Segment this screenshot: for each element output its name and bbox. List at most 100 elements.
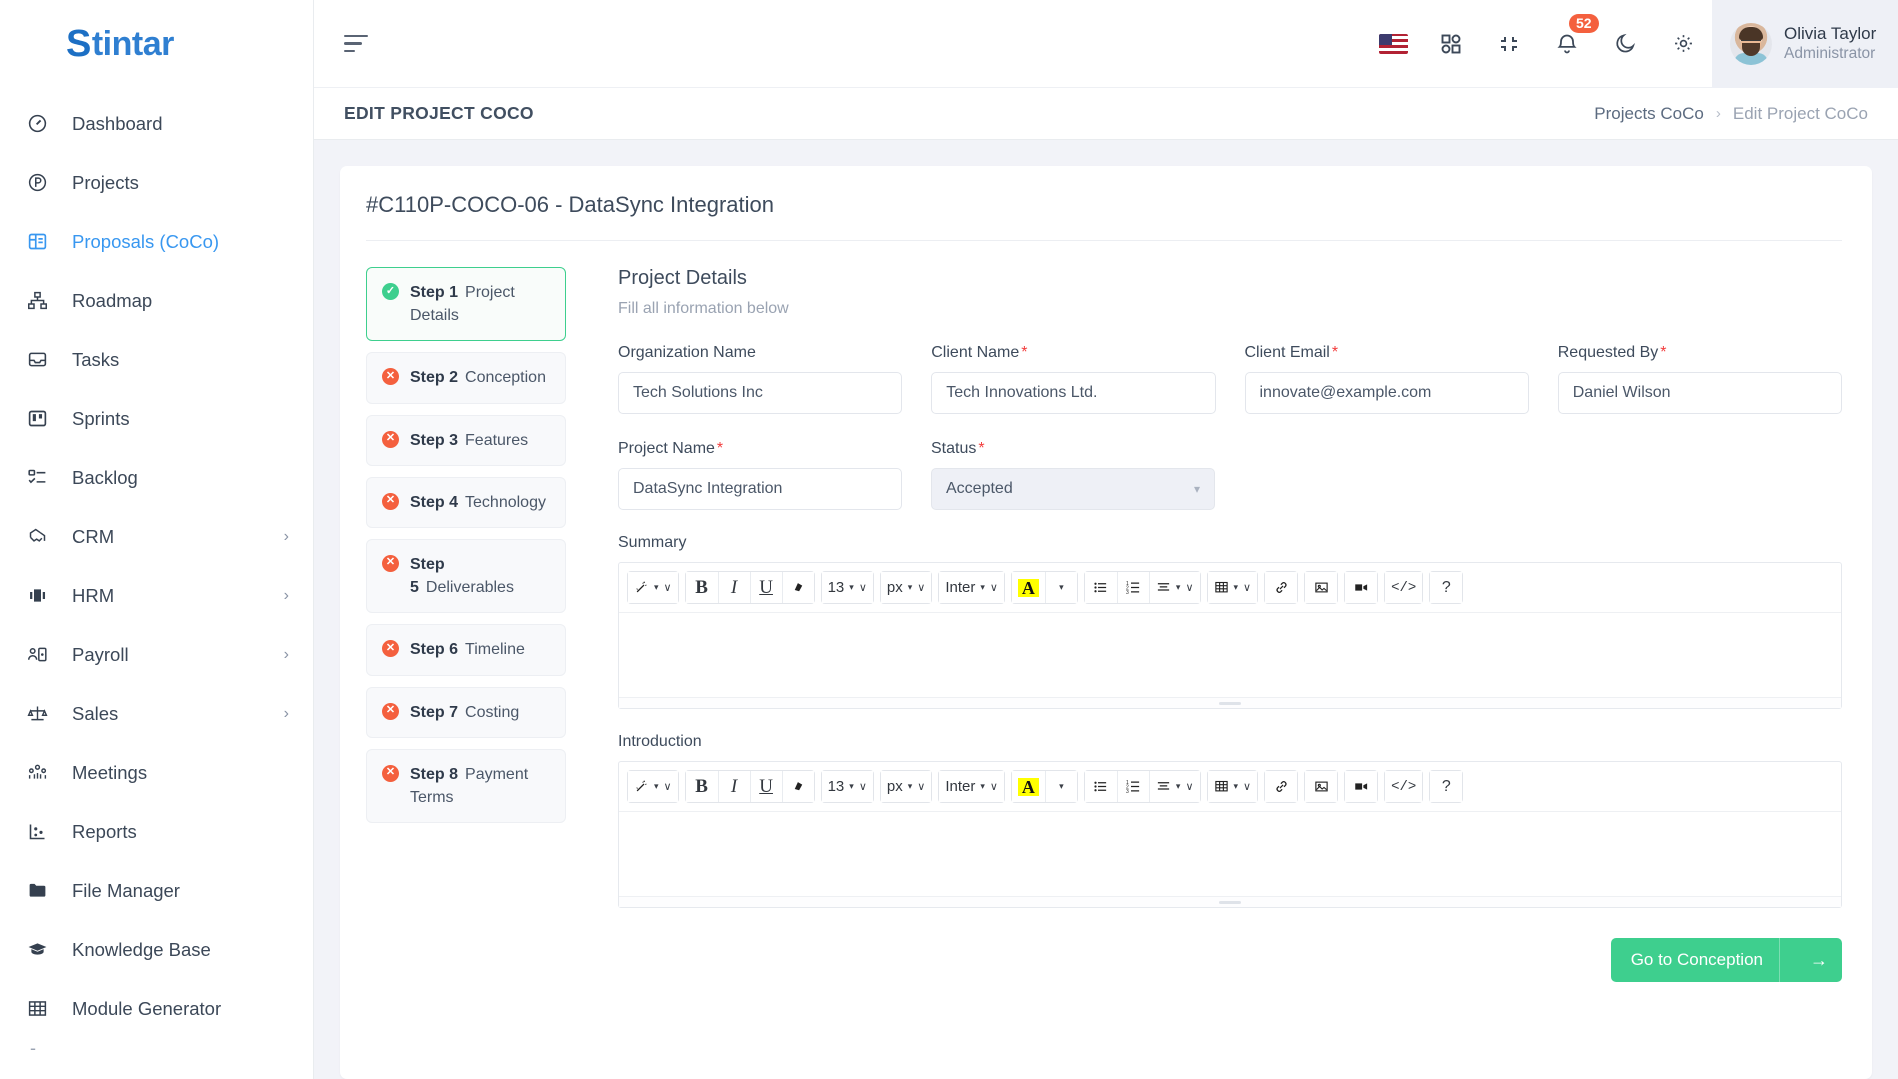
sidebar-item-sprints[interactable]: Sprints xyxy=(0,389,313,448)
text-color-dropdown[interactable]: ▾ xyxy=(1044,572,1077,603)
step-item-project-details[interactable]: ✓ Step 1 Project Details xyxy=(366,267,566,342)
clear-format-button[interactable] xyxy=(781,572,814,603)
step-label: Features xyxy=(465,431,529,449)
bullet-list-button[interactable] xyxy=(1084,572,1117,603)
sidebar-item-dashboard[interactable]: Dashboard xyxy=(0,94,313,153)
organization-name-input[interactable] xyxy=(618,372,903,414)
bold-button[interactable]: B xyxy=(685,771,718,802)
go-to-conception-button[interactable]: Go to Conception → xyxy=(1610,938,1842,982)
italic-button[interactable]: I xyxy=(717,771,750,802)
brand-initial: S xyxy=(66,22,91,65)
underline-button[interactable]: U xyxy=(749,771,782,802)
align-button[interactable]: ▾ ∨ xyxy=(1148,771,1200,802)
sidebar-item-label: Knowledge Base xyxy=(72,938,211,960)
font-family-select[interactable]: Inter ▾ ∨ xyxy=(939,572,1004,603)
proposal-layout-icon xyxy=(27,231,53,253)
svg-text:3: 3 xyxy=(1126,789,1129,794)
magic-style-icon[interactable]: ▾ ∨ xyxy=(628,771,678,802)
user-name: Olivia Taylor xyxy=(1784,23,1877,43)
help-button[interactable]: ? xyxy=(1430,572,1463,603)
sidebar-item-knowledge-base[interactable]: Knowledge Base xyxy=(0,920,313,979)
breadcrumb-parent[interactable]: Projects CoCo xyxy=(1594,104,1704,124)
bullet-list-button[interactable] xyxy=(1084,771,1117,802)
sidebar-item-meetings[interactable]: Meetings xyxy=(0,743,313,802)
compress-screen-icon[interactable] xyxy=(1480,0,1538,88)
link-button[interactable] xyxy=(1265,771,1298,802)
code-view-button[interactable]: </> xyxy=(1385,572,1423,603)
sidebar-item-hrm[interactable]: HRM › xyxy=(0,566,313,625)
text-color-button[interactable]: A xyxy=(1011,771,1045,802)
step-item-conception[interactable]: ✕ Step 2 Conception xyxy=(366,352,566,404)
step-item-payment-terms[interactable]: ✕ Step 8 Payment Terms xyxy=(366,748,566,824)
introduction-textarea[interactable] xyxy=(619,811,1841,896)
video-button[interactable] xyxy=(1345,572,1378,603)
tri-icon: ▾ xyxy=(654,582,659,592)
grid-table-icon xyxy=(27,998,53,1020)
step-item-costing[interactable]: ✕ Step 7 Costing xyxy=(366,686,566,738)
code-view-button[interactable]: </> xyxy=(1385,771,1423,802)
brand-logo[interactable]: Stintar xyxy=(0,0,313,88)
summary-resize-handle[interactable] xyxy=(619,697,1841,708)
language-selector[interactable] xyxy=(1364,0,1422,88)
step-label: Technology xyxy=(465,493,546,511)
size-unit-select[interactable]: px ▾ ∨ xyxy=(880,771,932,802)
settings-button[interactable] xyxy=(1654,0,1712,88)
sidebar-item-backlog[interactable]: Backlog xyxy=(0,448,313,507)
font-size-select[interactable]: 13 ▾ ∨ xyxy=(821,572,873,603)
introduction-editor-toolbar: ▾ ∨ B I U 13 ▾ ∨ px ▾ ∨ Inter ▾ ∨ A ▾ 1 … xyxy=(619,762,1841,811)
sidebar-item-tasks[interactable]: Tasks xyxy=(0,330,313,389)
image-button[interactable] xyxy=(1305,572,1338,603)
project-name-input[interactable] xyxy=(618,468,902,510)
sidebar-item-module-generator[interactable]: Module Generator xyxy=(0,979,313,1038)
status-select[interactable]: Accepted ▾ xyxy=(931,468,1215,510)
brand-name: tintar xyxy=(91,24,175,63)
hamburger-icon[interactable] xyxy=(344,27,378,61)
client-name-input[interactable] xyxy=(931,372,1216,414)
numbered-list-button[interactable]: 123 xyxy=(1116,572,1149,603)
text-color-dropdown[interactable]: ▾ xyxy=(1044,771,1077,802)
align-button[interactable]: ▾ ∨ xyxy=(1148,572,1200,603)
step-label: Costing xyxy=(465,703,520,721)
user-menu[interactable]: Olivia Taylor Administrator xyxy=(1712,0,1898,88)
clear-format-button[interactable] xyxy=(781,771,814,802)
sidebar-item-roadmap[interactable]: Roadmap xyxy=(0,271,313,330)
step-item-deliverables[interactable]: ✕ Step 5 Deliverables xyxy=(366,538,566,614)
image-button[interactable] xyxy=(1305,771,1338,802)
client-email-input[interactable] xyxy=(1244,372,1529,414)
introduction-resize-handle[interactable] xyxy=(619,896,1841,907)
help-button[interactable]: ? xyxy=(1430,771,1463,802)
summary-textarea[interactable] xyxy=(619,612,1841,697)
sidebar: Stintar Dashboard Projects Proposals (Co… xyxy=(0,0,314,1079)
requested-by-input[interactable] xyxy=(1557,372,1842,414)
magic-style-icon[interactable]: ▾ ∨ xyxy=(628,572,678,603)
sidebar-item-crm[interactable]: CRM › xyxy=(0,507,313,566)
numbered-list-button[interactable]: 123 xyxy=(1116,771,1149,802)
sidebar-item-proposals[interactable]: Proposals (CoCo) xyxy=(0,212,313,271)
table-button[interactable]: ▾ ∨ xyxy=(1207,771,1258,802)
apps-grid-icon[interactable] xyxy=(1422,0,1480,88)
italic-button[interactable]: I xyxy=(717,572,750,603)
step-item-timeline[interactable]: ✕ Step 6 Timeline xyxy=(366,624,566,676)
chevron-down-icon: ▾ xyxy=(1193,482,1200,496)
video-button[interactable] xyxy=(1345,771,1378,802)
link-button[interactable] xyxy=(1265,572,1298,603)
bold-button[interactable]: B xyxy=(685,572,718,603)
required-marker: * xyxy=(1331,344,1339,361)
theme-toggle[interactable] xyxy=(1596,0,1654,88)
size-unit-select[interactable]: px ▾ ∨ xyxy=(880,572,932,603)
sidebar-item-reports[interactable]: Reports xyxy=(0,802,313,861)
sidebar-item-file-manager[interactable]: File Manager xyxy=(0,861,313,920)
table-button[interactable]: ▾ ∨ xyxy=(1207,572,1258,603)
status-selected-value: Accepted xyxy=(946,480,1013,497)
sidebar-item-payroll[interactable]: Payroll › xyxy=(0,625,313,684)
font-size-select[interactable]: 13 ▾ ∨ xyxy=(821,771,873,802)
chevron-right-icon: › xyxy=(283,527,289,545)
step-item-technology[interactable]: ✕ Step 4 Technology xyxy=(366,476,566,528)
sidebar-item-sales[interactable]: Sales › xyxy=(0,684,313,743)
font-family-select[interactable]: Inter ▾ ∨ xyxy=(939,771,1004,802)
step-item-features[interactable]: ✕ Step 3 Features xyxy=(366,414,566,466)
text-color-button[interactable]: A xyxy=(1011,572,1045,603)
underline-button[interactable]: U xyxy=(749,572,782,603)
notifications-button[interactable]: 52 xyxy=(1538,0,1599,88)
sidebar-item-projects[interactable]: Projects xyxy=(0,153,313,212)
